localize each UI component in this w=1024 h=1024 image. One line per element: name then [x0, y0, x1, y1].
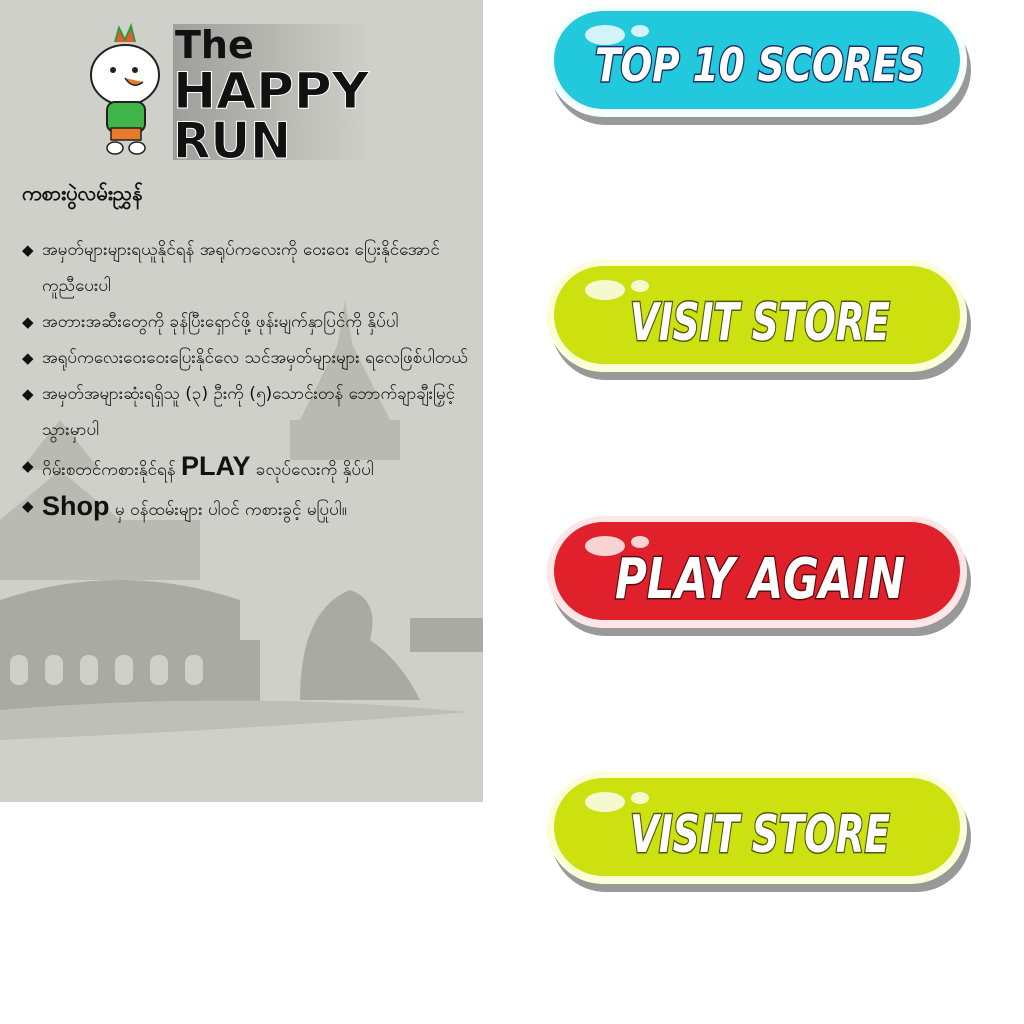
svg-text:TOP 10 SCORES: TOP 10 SCORES	[595, 38, 925, 92]
svg-text:PLAY AGAIN: PLAY AGAIN	[615, 547, 905, 612]
diamond-bullet-icon: ◆	[22, 385, 34, 403]
svg-text:VISIT STORE: VISIT STORE	[630, 805, 890, 865]
visit-store-button-2[interactable]: VISIT STORE	[545, 770, 975, 895]
mascot-icon	[90, 22, 160, 155]
rule-item: ◆ အရုပ်ကလေးဝေးဝေးပြေးနိုင်လေ သင်အမှတ်များ…	[22, 340, 472, 376]
game-rules-panel: The HAPPY RUN ကစားပွဲလမ်းညွှန် ◆ အမှတ်မျာ…	[0, 0, 483, 802]
rule-item: ◆ ဂိမ်းစတင်ကစားနိုင်ရန် PLAY ခလုပ်လေးကို …	[22, 448, 472, 488]
diamond-bullet-icon: ◆	[22, 241, 34, 259]
rule-item: ◆ အမှတ်များများရယူနိုင်ရန် အရုပ်ကလေးကို ဝ…	[22, 232, 472, 304]
rule-item: ◆ အမှတ်အများဆုံးရရှိသူ (၃) ဦးကို (၅)သောင်…	[22, 376, 472, 448]
diamond-bullet-icon: ◆	[22, 497, 34, 515]
rules-list: ◆ အမှတ်များများရယူနိုင်ရန် အရုပ်ကလေးကို ဝ…	[22, 232, 472, 528]
top-10-scores-button[interactable]: TOP 10 SCORES	[545, 3, 975, 128]
diamond-bullet-icon: ◆	[22, 457, 34, 475]
happy-run-logo: The HAPPY RUN	[90, 22, 373, 162]
svg-text:VISIT STORE: VISIT STORE	[630, 293, 890, 353]
diamond-bullet-icon: ◆	[22, 349, 34, 367]
diamond-bullet-icon: ◆	[22, 313, 34, 331]
rules-title: ကစားပွဲလမ်းညွှန်	[22, 181, 143, 205]
visit-store-button[interactable]: VISIT STORE	[545, 258, 975, 383]
svg-text:The: The	[175, 23, 254, 67]
play-again-button[interactable]: PLAY AGAIN	[545, 514, 975, 639]
svg-text:RUN: RUN	[173, 112, 291, 162]
rule-item: ◆ Shop မှ ဝန်ထမ်းများ ပါဝင် ကစားခွင့် မပြ…	[22, 488, 472, 528]
rule-item: ◆ အတားအဆီးတွေကို ခုန်ပြီးရှောင်ဖို့ ဖုန်း…	[22, 304, 472, 340]
